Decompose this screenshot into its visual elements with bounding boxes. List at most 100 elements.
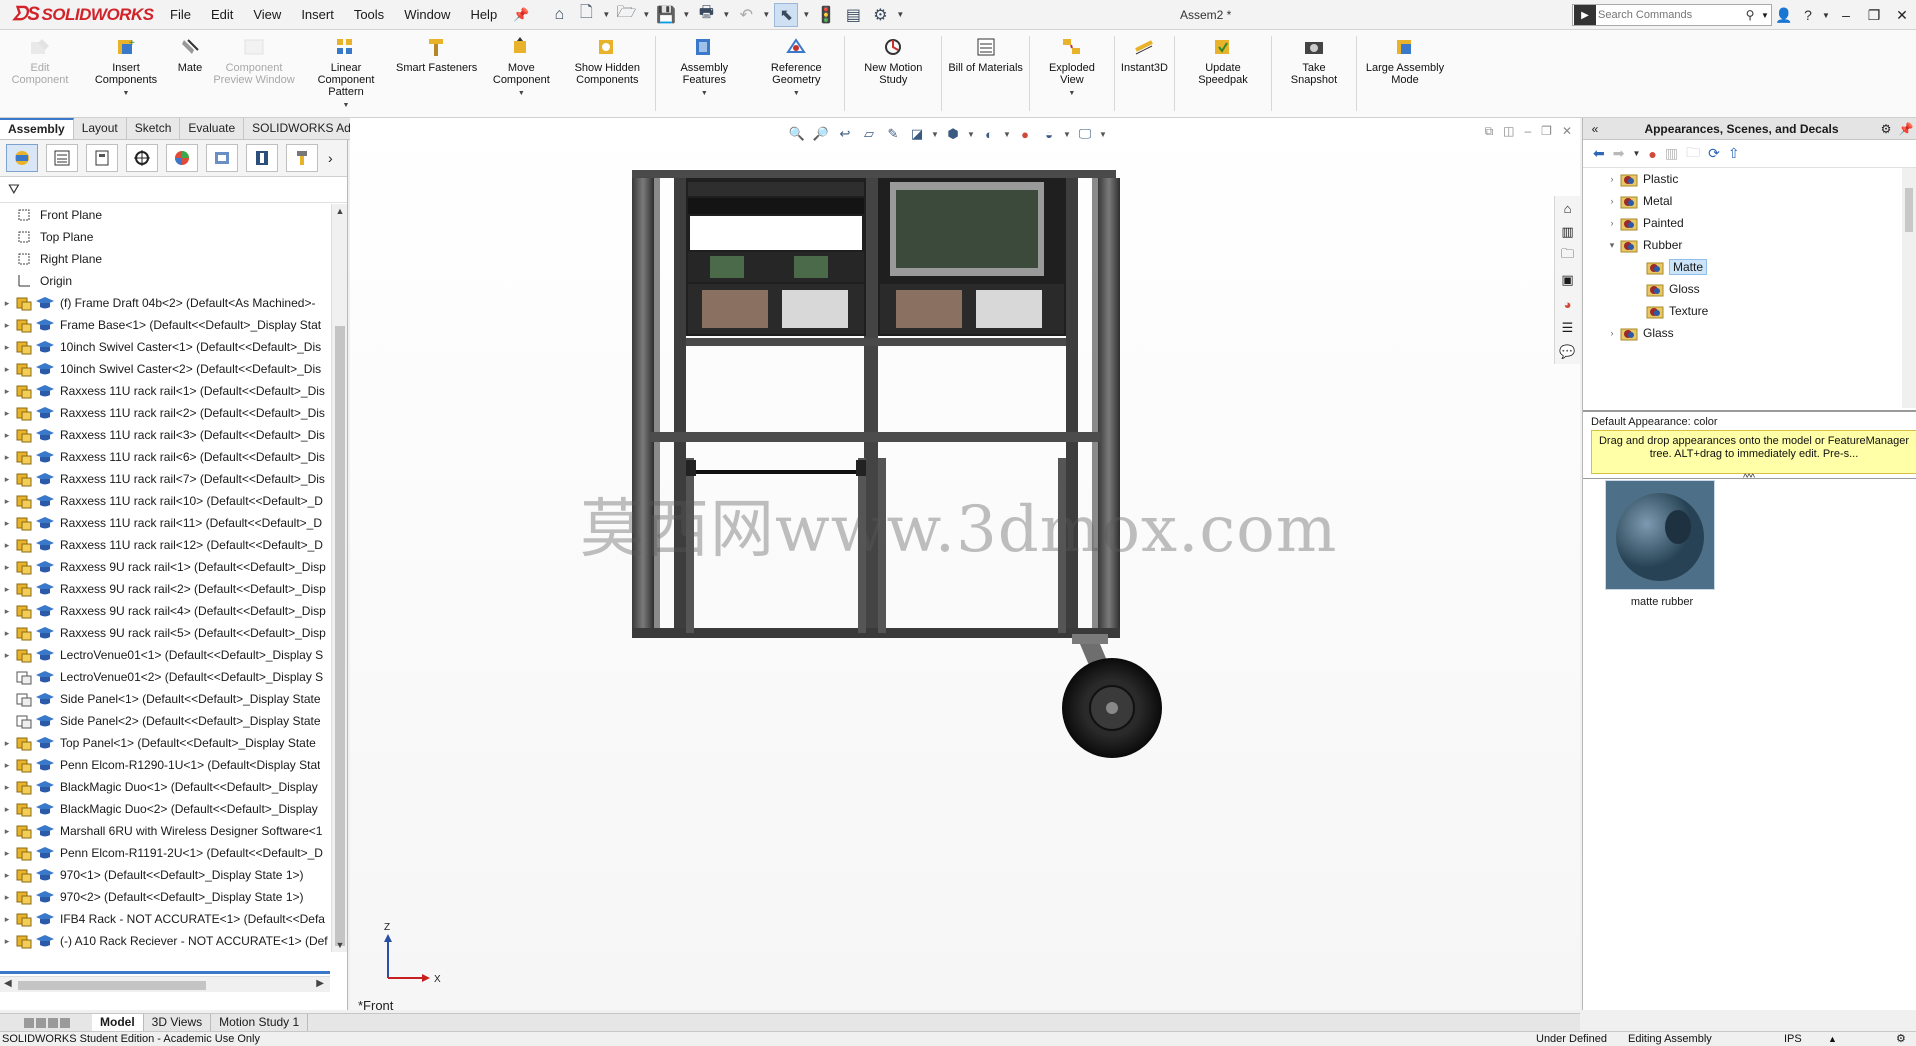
exploded-view-button[interactable]: Exploded View ▼: [1032, 30, 1112, 117]
back-arrow-icon[interactable]: ⬅: [1593, 145, 1605, 162]
display-manager-tab-icon[interactable]: [166, 144, 198, 172]
scroll-right-icon[interactable]: ▶: [316, 978, 324, 989]
expand-arrow-icon[interactable]: ▸: [0, 408, 14, 419]
bom-button[interactable]: Bill of Materials: [944, 30, 1027, 117]
new-document-icon[interactable]: 🗋: [574, 3, 598, 27]
expand-arrow-icon[interactable]: ▸: [0, 320, 14, 331]
appearance-folder-texture[interactable]: Texture: [1583, 300, 1916, 322]
print-dropdown-icon[interactable]: ▼: [721, 3, 731, 27]
help-icon[interactable]: ?: [1796, 7, 1820, 23]
tree-item[interactable]: ▸ (-) A10 Rack Reciever - NOT ACCURATE<1>…: [0, 930, 330, 952]
configuration-manager-tab-icon[interactable]: [86, 144, 118, 172]
mate-button[interactable]: Mate: [172, 30, 208, 117]
up-folder-icon[interactable]: ⇧: [1728, 145, 1740, 162]
graphics-area[interactable]: 🔍 🔎 ↩ ▱ ✎ ◪ ▼ ⬢ ▼ ◐ ▼ ● ◒ ▼ 🖵 ▼ ⧉ ◫ – ❐ …: [350, 118, 1580, 1010]
expand-arrow-icon[interactable]: ▸: [0, 892, 14, 903]
magnifier-icon[interactable]: ⚲: [1741, 8, 1759, 22]
expand-arrow-icon[interactable]: ›: [1605, 218, 1619, 228]
minimize-icon[interactable]: –: [1832, 7, 1860, 23]
tree-item[interactable]: Side Panel<1> (Default<<Default>_Display…: [0, 688, 330, 710]
expand-arrow-icon[interactable]: ›: [1605, 196, 1619, 206]
tree-item[interactable]: ▸ Raxxess 9U rack rail<2> (Default<<Defau…: [0, 578, 330, 600]
expand-arrow-icon[interactable]: ▸: [0, 628, 14, 639]
cam-tools-tab-icon[interactable]: [286, 144, 318, 172]
pane-options-gear-icon[interactable]: ⚙: [1876, 122, 1896, 136]
open-dropdown-icon[interactable]: ▼: [641, 3, 651, 27]
pane-splitter[interactable]: [1583, 410, 1916, 412]
appearance-folder-matte[interactable]: Matte: [1583, 256, 1916, 278]
command-dropdown-icon[interactable]: ▼: [701, 88, 708, 100]
expand-arrow-icon[interactable]: ▸: [0, 386, 14, 397]
tab-motion-study-1[interactable]: Motion Study 1: [211, 1014, 309, 1031]
expand-arrow-icon[interactable]: ▸: [0, 650, 14, 661]
appearance-folder-metal[interactable]: › Metal: [1583, 190, 1916, 212]
expand-arrow-icon[interactable]: ▸: [0, 738, 14, 749]
appearance-folder-gloss[interactable]: Gloss: [1583, 278, 1916, 300]
tree-item[interactable]: Top Plane: [0, 226, 330, 248]
tree-item[interactable]: ▸ Penn Elcom-R1290-1U<1> (Default<Display…: [0, 754, 330, 776]
edit-component-button[interactable]: Edit Component: [0, 30, 80, 117]
next-tab-icon[interactable]: [48, 1017, 58, 1028]
tree-horizontal-scrollbar[interactable]: ◀ ▶: [0, 976, 330, 992]
tab-sketch[interactable]: Sketch: [127, 118, 181, 139]
expand-arrow-icon[interactable]: ▸: [0, 848, 14, 859]
user-icon[interactable]: 👤: [1772, 7, 1796, 24]
add-folder-icon[interactable]: 🗀: [1686, 142, 1700, 166]
expand-arrow-icon[interactable]: ▸: [0, 518, 14, 529]
undo-icon[interactable]: ↶: [734, 3, 758, 27]
save-dropdown-icon[interactable]: ▼: [681, 3, 691, 27]
expand-arrow-icon[interactable]: ›: [1605, 174, 1619, 184]
tree-item[interactable]: ▸ 10inch Swivel Caster<1> (Default<<Defau…: [0, 336, 330, 358]
cam-feature-tab-icon[interactable]: [206, 144, 238, 172]
expand-arrow-icon[interactable]: ▸: [0, 804, 14, 815]
linear-pattern-button[interactable]: Linear Component Pattern ▼: [300, 30, 392, 117]
insert-components-button[interactable]: + Insert Components ▼: [80, 30, 172, 117]
expand-arrow-icon[interactable]: ▸: [0, 782, 14, 793]
library-scroll-thumb[interactable]: [1905, 188, 1913, 232]
command-dropdown-icon[interactable]: ▼: [123, 88, 130, 100]
command-dropdown-icon[interactable]: ▼: [343, 100, 350, 112]
speedpak-button[interactable]: Update Speedpak: [1177, 30, 1269, 117]
tree-vertical-scrollbar[interactable]: ▲ ▼: [331, 204, 347, 952]
tab-scroll-buttons[interactable]: [0, 1014, 92, 1031]
prev-tab-icon[interactable]: [36, 1017, 46, 1028]
unit-system[interactable]: IPS: [1784, 1032, 1802, 1046]
options-dropdown-icon[interactable]: ▼: [895, 3, 905, 27]
library-scrollbar[interactable]: [1902, 168, 1916, 408]
expand-arrow-icon[interactable]: ▾: [1605, 240, 1619, 251]
customize-icon[interactable]: ⚙: [1896, 1032, 1906, 1046]
tree-item[interactable]: ▸ Raxxess 11U rack rail<12> (Default<<Def…: [0, 534, 330, 556]
options-gear-icon[interactable]: ⚙: [868, 3, 892, 27]
tab-evaluate[interactable]: Evaluate: [180, 118, 245, 139]
expand-arrow-icon[interactable]: ▸: [0, 606, 14, 617]
expand-arrow-icon[interactable]: ▸: [0, 584, 14, 595]
show-hidden-button[interactable]: Show Hidden Components: [561, 30, 653, 117]
save-icon[interactable]: 💾: [654, 3, 678, 27]
more-tabs-chevron-icon[interactable]: ›: [328, 150, 333, 166]
expand-arrow-icon[interactable]: ▸: [0, 914, 14, 925]
print-icon[interactable]: 🖶: [694, 3, 718, 27]
tree-item[interactable]: ▸ (f) Frame Draft 04b<2> (Default<As Mach…: [0, 292, 330, 314]
menu-tools[interactable]: Tools: [344, 0, 394, 30]
snapshot-button[interactable]: Take Snapshot: [1274, 30, 1354, 117]
pin-icon[interactable]: 📌: [513, 7, 529, 23]
tree-item[interactable]: ▸ LectroVenue01<1> (Default<<Default>_Dis…: [0, 644, 330, 666]
tree-item[interactable]: ▸ Raxxess 9U rack rail<5> (Default<<Defau…: [0, 622, 330, 644]
appearance-folder-plastic[interactable]: › Plastic: [1583, 168, 1916, 190]
solidworks-logo[interactable]: ᗤS SOLIDWORKS: [0, 0, 160, 30]
menu-file[interactable]: File: [160, 0, 201, 30]
hscroll-thumb[interactable]: [18, 981, 206, 990]
tree-item[interactable]: ▸ Raxxess 11U rack rail<11> (Default<<Def…: [0, 512, 330, 534]
feature-tree-tab-icon[interactable]: [6, 144, 38, 172]
tree-item[interactable]: Front Plane: [0, 204, 330, 226]
expand-arrow-icon[interactable]: ▸: [0, 364, 14, 375]
expand-arrow-icon[interactable]: ▸: [0, 760, 14, 771]
tree-item[interactable]: ▸ BlackMagic Duo<2> (Default<<Default>_Di…: [0, 798, 330, 820]
tree-item[interactable]: Side Panel<2> (Default<<Default>_Display…: [0, 710, 330, 732]
tree-item[interactable]: ▸ IFB4 Rack - NOT ACCURATE<1> (Default<<D…: [0, 908, 330, 930]
help-dropdown-icon[interactable]: ▼: [1820, 11, 1832, 20]
expand-arrow-icon[interactable]: ▸: [0, 298, 14, 309]
tree-item[interactable]: ▸ 10inch Swivel Caster<2> (Default<<Defau…: [0, 358, 330, 380]
rebuild-traffic-light-icon[interactable]: 🚦: [814, 3, 838, 27]
search-commands[interactable]: ▶ ⚲ ▼: [1572, 4, 1772, 26]
